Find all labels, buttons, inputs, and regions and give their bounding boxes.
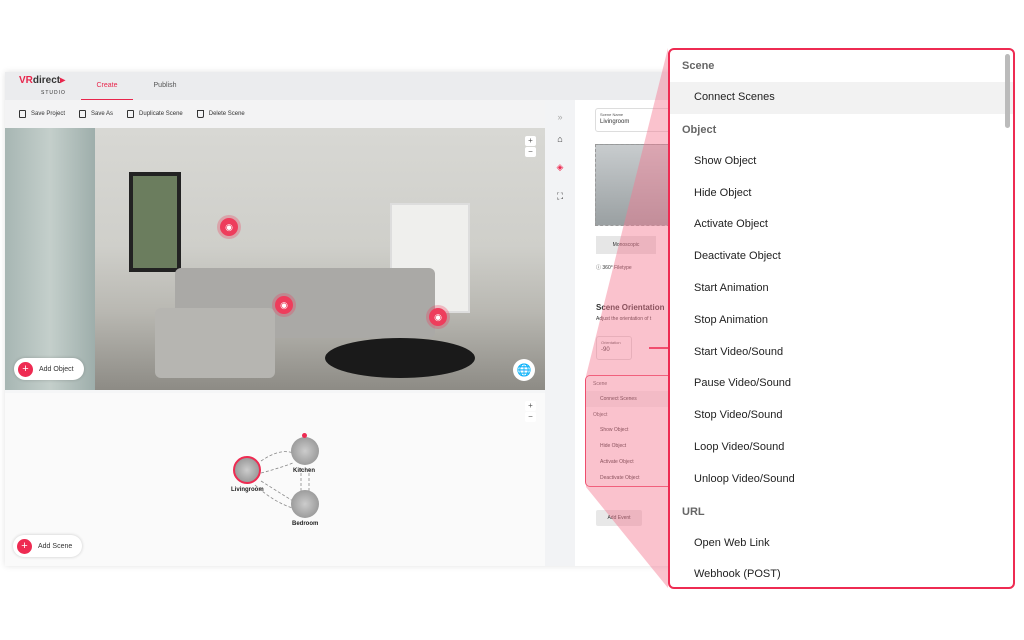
- menu-group-header: Scene: [593, 381, 608, 387]
- tab-create[interactable]: Create: [81, 72, 133, 100]
- menu-item[interactable]: Connect Scenes: [586, 391, 674, 407]
- save-as-label: Save As: [91, 111, 114, 117]
- orientation-title: Scene Orientation: [596, 303, 665, 312]
- delete-scene-label: Delete Scene: [208, 111, 245, 117]
- add-object-button[interactable]: + Add Object: [14, 358, 84, 380]
- fullscreen-icon[interactable]: ⛶: [545, 191, 575, 202]
- properties-panel: Scene Name Livingroom Monoscopic ⓘ 360° F…: [575, 100, 675, 566]
- menu-item[interactable]: Loop Video/Sound: [670, 432, 1013, 464]
- menu-item[interactable]: Show Object: [670, 146, 1013, 178]
- scene-thumbnail[interactable]: [595, 144, 675, 226]
- scene-name-field[interactable]: Scene Name Livingroom: [595, 108, 675, 132]
- menu-item[interactable]: Deactivate Object: [586, 470, 674, 486]
- menu-group-header: Object: [593, 412, 608, 418]
- connection-handle[interactable]: [302, 433, 307, 438]
- menu-group-header: Scene: [682, 60, 715, 72]
- event-dropdown-magnified[interactable]: Scene Connect Scenes Object Show Object Hide…: [668, 48, 1015, 589]
- menu-item[interactable]: Connect Scenes: [670, 82, 1013, 114]
- graph-zoom-out-button[interactable]: −: [525, 412, 536, 422]
- orientation-description: Adjust the orientation of t: [596, 316, 652, 322]
- tab-publish[interactable]: Publish: [139, 72, 191, 100]
- menu-item[interactable]: Stop Animation: [670, 305, 1013, 337]
- scene-viewport[interactable]: ◉ ◉ ◉ + − + Add Object 🌐: [5, 128, 545, 390]
- node-label: Bedroom: [292, 521, 319, 527]
- save-as-icon: [79, 110, 87, 118]
- editor-window: VRdirect▸ STUDIO Create Publish Save Proj…: [5, 72, 675, 566]
- node-label: Kitchen: [293, 468, 316, 474]
- zoom-in-button[interactable]: +: [525, 136, 536, 146]
- curtain: [5, 128, 95, 390]
- room-window: [129, 172, 181, 272]
- eye-hotspot-icon[interactable]: ◉: [275, 296, 293, 314]
- scene-connections: [254, 451, 310, 509]
- monoscopic-button[interactable]: Monoscopic: [596, 236, 656, 254]
- scrollbar[interactable]: [1005, 54, 1010, 128]
- delete-scene-button[interactable]: Delete Scene: [196, 110, 245, 118]
- graph-zoom-in-button[interactable]: +: [525, 401, 536, 411]
- coffee-table: [325, 338, 475, 378]
- duplicate-scene-label: Duplicate Scene: [139, 111, 183, 117]
- plus-icon: +: [17, 538, 32, 554]
- menu-group-header: Object: [682, 123, 717, 136]
- event-dropdown-small[interactable]: Scene Connect Scenes Object Show Object …: [585, 375, 675, 487]
- menu-item[interactable]: Start Video/Sound: [670, 337, 1013, 369]
- menu-item[interactable]: Hide Object: [586, 438, 674, 454]
- scene-node-bedroom[interactable]: [291, 490, 319, 518]
- menu-item[interactable]: Activate Object: [586, 454, 674, 470]
- eye-hotspot-icon[interactable]: ◉: [220, 218, 238, 236]
- save-icon: [19, 110, 26, 118]
- save-project-button[interactable]: Save Project: [19, 110, 65, 118]
- logo: VRdirect▸ STUDIO: [19, 75, 66, 97]
- menu-item[interactable]: Hide Object: [670, 178, 1013, 210]
- eye-hotspot-icon[interactable]: ◉: [429, 308, 447, 326]
- orientation-field[interactable]: Orientation -90: [596, 336, 632, 360]
- menu-group-header: URL: [682, 505, 705, 518]
- filetype-info: ⓘ 360° Filetype: [596, 265, 632, 271]
- node-label: Livingroom: [231, 487, 264, 493]
- add-event-button[interactable]: Add Event: [596, 510, 642, 526]
- trash-icon: [196, 110, 204, 118]
- menu-item[interactable]: Activate Object: [670, 209, 1013, 241]
- scene-node-kitchen[interactable]: [291, 437, 319, 465]
- layers-icon[interactable]: ◈: [545, 162, 575, 173]
- menu-list: Scene Connect Scenes Object Show Object Hide…: [670, 50, 1013, 587]
- menu-item[interactable]: Deactivate Object: [670, 241, 1013, 273]
- home-icon[interactable]: ⌂: [545, 134, 575, 144]
- menu-item[interactable]: Webhook (POST): [670, 559, 1013, 587]
- sofa-chaise: [155, 308, 275, 378]
- duplicate-icon: [127, 110, 135, 118]
- zoom-out-button[interactable]: −: [525, 147, 536, 157]
- menu-item[interactable]: Unloop Video/Sound: [670, 464, 1013, 496]
- menu-item[interactable]: Pause Video/Sound: [670, 368, 1013, 400]
- save-project-label: Save Project: [31, 111, 66, 117]
- expand-icon[interactable]: »: [545, 112, 575, 122]
- menu-item[interactable]: Show Object: [586, 422, 674, 438]
- toolbar: Save Project Save As Duplicate Scene Del…: [5, 100, 545, 128]
- menu-item[interactable]: Start Animation: [670, 273, 1013, 305]
- scene-graph[interactable]: Livingroom Kitchen Bedroom + − + Add Scen…: [5, 393, 545, 566]
- add-scene-label: Add Scene: [38, 542, 73, 550]
- add-scene-button[interactable]: + Add Scene: [13, 535, 83, 557]
- add-object-label: Add Object: [39, 365, 74, 373]
- scene-node-livingroom[interactable]: [233, 456, 261, 484]
- menu-item[interactable]: Stop Video/Sound: [670, 400, 1013, 432]
- header: VRdirect▸ STUDIO Create Publish: [5, 72, 675, 100]
- save-as-button[interactable]: Save As: [79, 110, 113, 118]
- side-nav: » ⌂ ◈ ⛶: [545, 100, 575, 566]
- menu-item[interactable]: Open Web Link: [670, 528, 1013, 560]
- duplicate-scene-button[interactable]: Duplicate Scene: [127, 110, 183, 118]
- plus-icon: +: [18, 361, 33, 377]
- globe-icon[interactable]: 🌐: [513, 359, 535, 381]
